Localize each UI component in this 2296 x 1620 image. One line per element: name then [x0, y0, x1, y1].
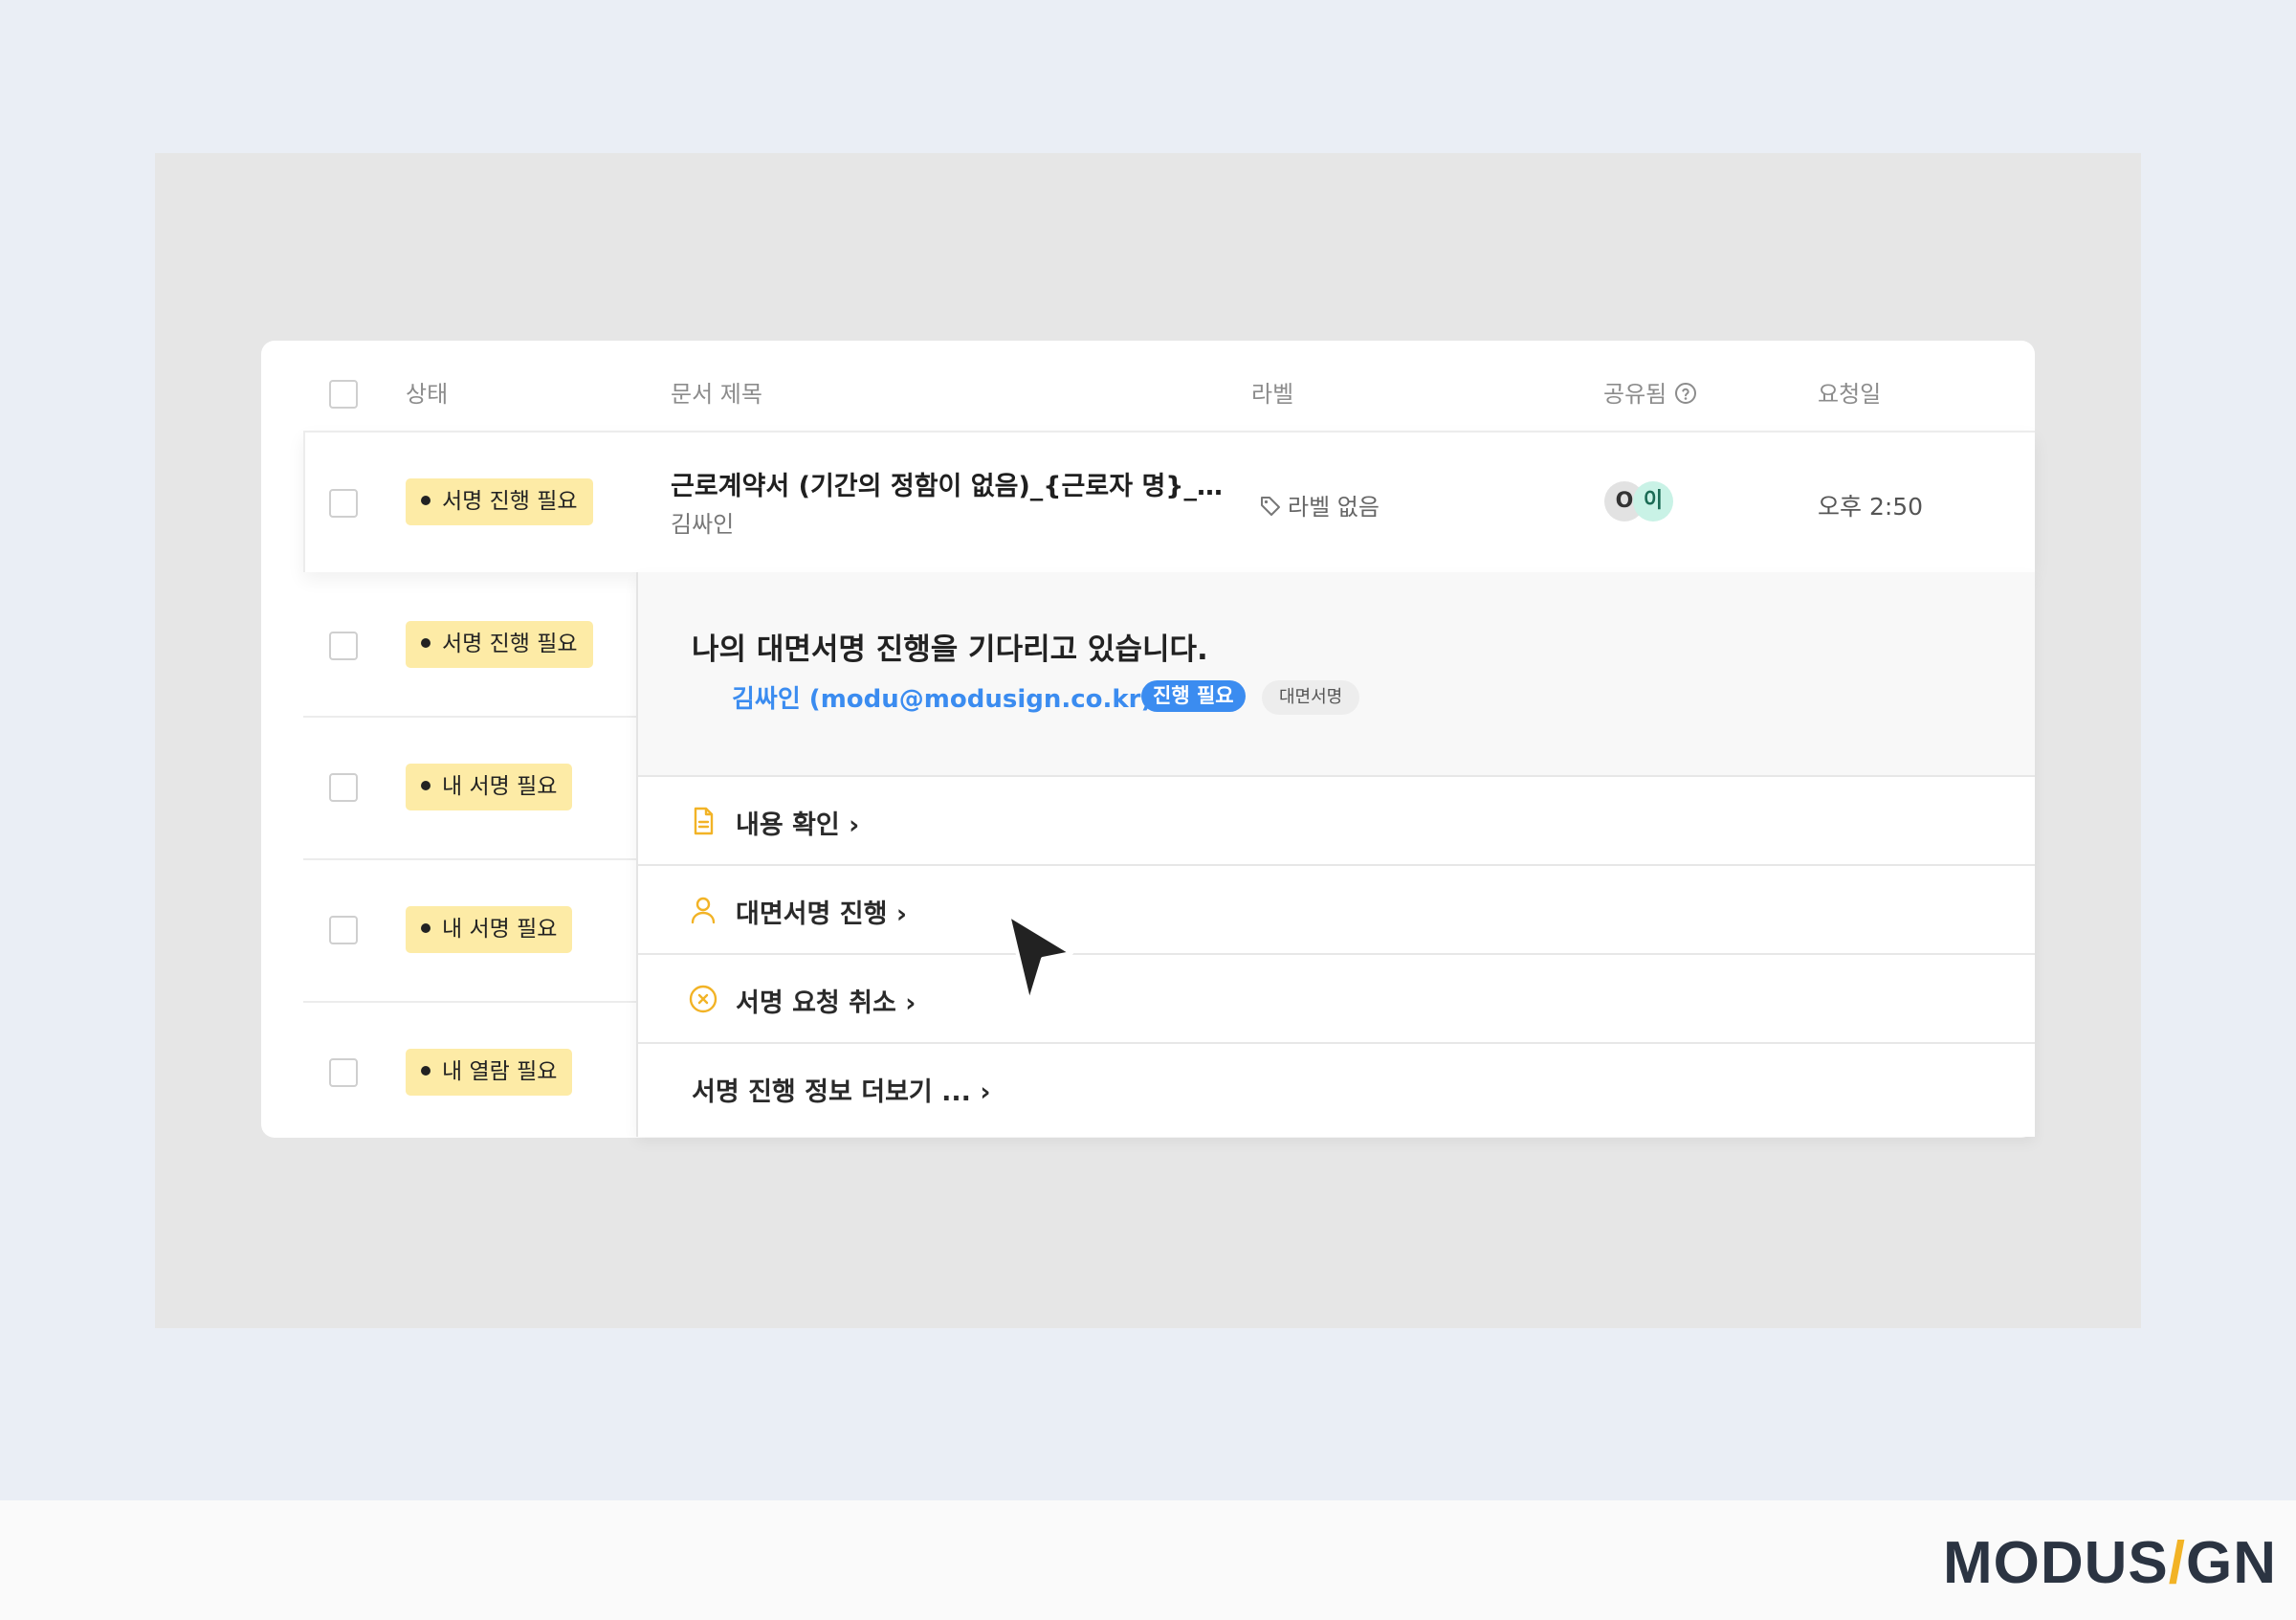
waiting-message: 나의 대면서명 진행을 기다리고 있습니다.: [692, 632, 1208, 667]
header-shared-label: 공유됨: [1603, 381, 1667, 408]
signer-info[interactable]: 김싸인 (modu@modusign.co.kr): [732, 679, 1152, 715]
status-badge: 내 서명 필요: [406, 764, 573, 810]
mouse-cursor-icon: [1006, 913, 1073, 1005]
status-badge: 서명 진행 필요: [406, 478, 593, 525]
status-badge-text: 내 서명 필요: [442, 917, 558, 942]
person-icon: [691, 897, 716, 924]
cancel-circle-icon: [689, 985, 718, 1013]
row-divider: [303, 858, 636, 860]
status-badge-text: 서명 진행 필요: [442, 632, 578, 656]
in-person-sign-label: 대면서명 진행 ›: [736, 899, 907, 929]
header-title: 문서 제목: [671, 381, 762, 408]
modusign-logo: MODUS/GN: [1942, 1530, 2277, 1596]
request-date: 오후 2:50: [1818, 493, 1924, 521]
cancel-request-label: 서명 요청 취소 ›: [736, 988, 916, 1018]
status-badge: 내 열람 필요: [406, 1049, 573, 1096]
status-badge-text: 서명 진행 필요: [442, 489, 578, 514]
view-content-label: 내용 확인 ›: [736, 810, 860, 840]
header-status: 상태: [406, 381, 449, 408]
sign-type-badge: 대면서명: [1262, 680, 1360, 715]
select-all-checkbox[interactable]: [329, 380, 358, 409]
cancel-request-menu-item[interactable]: 서명 요청 취소 ›: [638, 955, 2035, 1044]
label-text: 라벨 없음: [1288, 494, 1380, 521]
status-badge: 내 서명 필요: [406, 906, 573, 953]
status-badge-text: 내 서명 필요: [442, 774, 558, 799]
signer-status-badge: 진행 필요: [1141, 680, 1246, 712]
status-badge-text: 내 열람 필요: [442, 1059, 558, 1084]
row-checkbox[interactable]: [329, 632, 358, 660]
in-person-sign-menu-item[interactable]: 대면서명 진행 ›: [638, 866, 2035, 955]
signing-status-section: 나의 대면서명 진행을 기다리고 있습니다. 김싸인 (modu@modusig…: [638, 572, 2035, 777]
header-date: 요청일: [1818, 381, 1882, 408]
shared-avatar: 이: [1633, 481, 1673, 522]
status-badge: 서명 진행 필요: [406, 621, 593, 668]
row-checkbox[interactable]: [329, 916, 358, 944]
header-label: 라벨: [1251, 381, 1294, 408]
document-sender: 김싸인: [671, 511, 735, 538]
help-icon[interactable]: [1674, 382, 1697, 405]
row-checkbox[interactable]: [329, 1058, 358, 1087]
header-shared: 공유됨: [1603, 381, 1697, 408]
row-checkbox[interactable]: [329, 489, 358, 518]
label-cell[interactable]: 라벨 없음: [1259, 488, 1380, 522]
more-info-menu-item[interactable]: 서명 진행 정보 더보기 ... ›: [638, 1044, 2035, 1133]
row-divider: [303, 1001, 636, 1003]
document-title[interactable]: 근로계약서 (기간의 정함이 없음)_{근로자 명}_…: [671, 465, 1223, 502]
more-info-label: 서명 진행 정보 더보기 ... ›: [692, 1077, 991, 1107]
row-divider: [303, 716, 636, 718]
document-icon: [694, 807, 714, 835]
view-content-menu-item[interactable]: 내용 확인 ›: [638, 777, 2035, 866]
signing-actions-panel: 나의 대면서명 진행을 기다리고 있습니다. 김싸인 (modu@modusig…: [636, 572, 2035, 1137]
tag-icon: [1261, 497, 1280, 516]
row-checkbox[interactable]: [329, 773, 358, 802]
